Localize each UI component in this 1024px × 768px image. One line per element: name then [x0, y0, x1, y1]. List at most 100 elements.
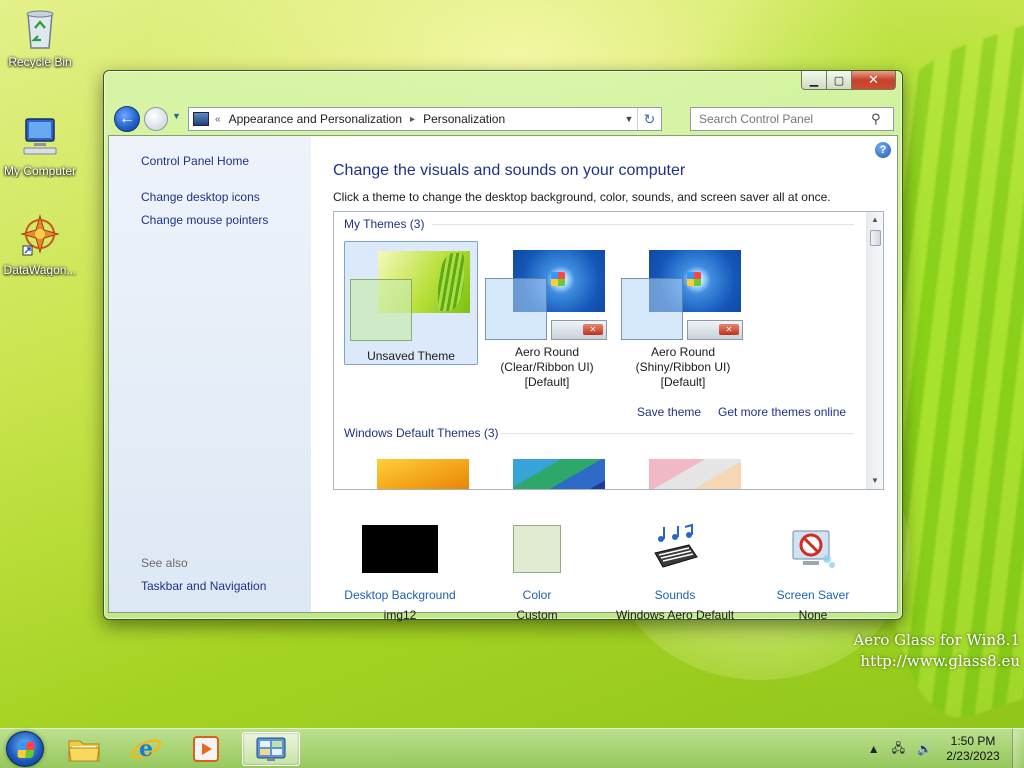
link-change-desktop-icons[interactable]: Change desktop icons	[141, 190, 260, 204]
link-control-panel-home[interactable]: Control Panel Home	[141, 154, 249, 168]
theme-thumbnail-titlebar: ✕	[687, 320, 743, 340]
volume-icon[interactable]: 🔊	[917, 742, 932, 756]
theme-thumbnail-window	[621, 278, 683, 340]
color-swatch-icon	[513, 525, 561, 573]
theme-name-line: (Clear/Ribbon UI)	[500, 360, 594, 374]
computer-icon	[23, 118, 57, 155]
personalization-window: ▁ ▢ ✕ ← ▼ « Appearance and Personalizati…	[103, 70, 903, 622]
desktop-icon-recycle-bin[interactable]: Recycle Bin	[0, 6, 80, 69]
clock-time: 1:50 PM	[950, 734, 996, 748]
theme-name-line: Aero Round	[650, 345, 716, 359]
save-theme-link[interactable]: Save theme	[637, 405, 701, 419]
file-explorer-icon	[68, 740, 100, 762]
window-content: Control Panel Home Change desktop icons …	[108, 135, 898, 622]
minimize-button[interactable]: ▁	[801, 71, 827, 90]
refresh-button[interactable]: ↻	[637, 108, 661, 130]
color-setting[interactable]: Color Custom	[467, 525, 607, 622]
chevron-right-icon[interactable]: ▸	[410, 114, 415, 125]
theme-thumbnail-titlebar: ✕	[551, 320, 607, 340]
show-desktop-button[interactable]	[1012, 729, 1024, 768]
theme-thumbnail-windows[interactable]	[377, 459, 469, 489]
desktop-icon-datawagon[interactable]: DataWagon...	[0, 214, 80, 277]
forward-button[interactable]	[144, 107, 168, 131]
watermark-line: Aero Glass for Win8.1	[853, 631, 1020, 649]
aero-glass-watermark: Aero Glass for Win8.1 http://www.glass8.…	[853, 630, 1020, 672]
desktop-background-setting[interactable]: Desktop Background img12	[330, 525, 470, 622]
desktop-icon-my-computer[interactable]: My Computer	[0, 115, 80, 178]
theme-name-line: [Default]	[660, 375, 706, 389]
media-player-icon	[193, 736, 219, 762]
show-hidden-icons-button[interactable]: ▲	[868, 742, 880, 756]
recycle-bin-icon	[26, 10, 54, 49]
clock[interactable]: 1:50 PM 2/23/2023	[938, 734, 1008, 764]
sounds-setting[interactable]: Sounds Windows Aero Default	[605, 523, 745, 622]
start-button[interactable]	[6, 731, 44, 767]
theme-aero-round-clear[interactable]: ✕ Aero Round (Clear/Ribbon UI) [Default]	[480, 241, 614, 389]
scroll-down-button[interactable]: ▼	[867, 473, 883, 489]
theme-thumbnail-flowers[interactable]	[649, 459, 741, 489]
theme-name-line: Unsaved Theme	[367, 349, 455, 363]
close-icon: ✕	[868, 72, 879, 87]
sounds-link[interactable]: Sounds	[605, 588, 745, 602]
recent-pages-dropdown[interactable]: ▼	[172, 111, 181, 121]
arrow-left-icon: ←	[119, 110, 135, 127]
desktop-icon-label: My Computer	[3, 164, 77, 178]
search-box[interactable]: ⚲	[690, 107, 894, 131]
see-also-heading: See also	[141, 556, 188, 570]
theme-thumbnail-window	[485, 278, 547, 340]
refresh-icon: ↻	[643, 111, 656, 127]
address-bar[interactable]: « Appearance and Personalization ▸ Perso…	[188, 107, 662, 131]
chevron-down-icon: ▼	[871, 476, 879, 485]
scroll-thumb[interactable]	[870, 230, 881, 246]
page-description: Click a theme to change the desktop back…	[333, 190, 831, 204]
taskbar-media-player[interactable]	[180, 732, 232, 766]
screen-saver-icon	[792, 530, 835, 568]
watermark-line: http://www.glass8.eu	[860, 652, 1020, 670]
taskbar-internet-explorer[interactable]: e	[120, 732, 172, 766]
breadcrumb-personalization[interactable]: Personalization	[423, 112, 505, 126]
desktop-background-link[interactable]: Desktop Background	[330, 588, 470, 602]
group-divider	[500, 433, 854, 434]
chevron-down-icon: ▼	[624, 114, 634, 124]
color-value: Custom	[516, 608, 558, 622]
taskbar-control-panel[interactable]	[242, 732, 300, 766]
svg-text:e: e	[139, 736, 153, 762]
theme-thumbnail-window	[350, 279, 412, 341]
theme-unsaved[interactable]: Unsaved Theme	[344, 241, 478, 365]
taskbar-file-explorer[interactable]	[58, 732, 110, 766]
color-link[interactable]: Color	[467, 588, 607, 602]
address-overflow[interactable]: «	[215, 114, 221, 125]
close-button[interactable]: ✕	[852, 71, 896, 90]
group-header-default-themes[interactable]: Windows Default Themes (3)	[344, 426, 499, 440]
back-button[interactable]: ←	[114, 106, 140, 132]
theme-list-scrollbar[interactable]: ▲ ▼	[866, 212, 883, 489]
theme-name: Aero Round (Shiny/Ribbon UI) [Default]	[616, 345, 750, 390]
desktop-icon-label: DataWagon...	[3, 263, 77, 277]
maximize-icon: ▢	[833, 74, 845, 87]
theme-name: Unsaved Theme	[345, 349, 477, 364]
search-input[interactable]	[699, 112, 869, 126]
control-panel-icon	[193, 112, 209, 126]
address-history-dropdown[interactable]: ▼	[621, 114, 637, 124]
windows-logo-icon	[17, 742, 35, 758]
taskbar: e ▲ 🖧 🔊 1:50 PM 2/23/2023	[0, 728, 1024, 768]
search-icon[interactable]: ⚲	[871, 111, 881, 127]
breadcrumb-appearance[interactable]: Appearance and Personalization	[229, 112, 402, 126]
scroll-up-button[interactable]: ▲	[867, 212, 883, 228]
theme-thumbnail-lines[interactable]	[513, 459, 605, 489]
help-button[interactable]: ?	[875, 142, 891, 158]
maximize-button[interactable]: ▢	[827, 71, 852, 90]
network-icon[interactable]: 🖧	[892, 739, 905, 760]
screen-saver-link[interactable]: Screen Saver	[743, 588, 883, 602]
link-change-mouse-pointers[interactable]: Change mouse pointers	[141, 213, 268, 227]
screen-saver-setting[interactable]: Screen Saver None	[743, 530, 883, 622]
get-more-themes-link[interactable]: Get more themes online	[718, 405, 846, 419]
minimize-icon: ▁	[809, 74, 819, 87]
page-title: Change the visuals and sounds on your co…	[333, 162, 686, 179]
desktop-background-value: img12	[383, 608, 417, 622]
caption-buttons: ▁ ▢ ✕	[801, 71, 896, 91]
theme-aero-round-shiny[interactable]: ✕ Aero Round (Shiny/Ribbon UI) [Default]	[616, 241, 750, 389]
group-header-my-themes[interactable]: My Themes (3)	[344, 217, 424, 231]
chevron-up-icon: ▲	[871, 215, 879, 224]
link-taskbar-navigation[interactable]: Taskbar and Navigation	[141, 579, 266, 593]
